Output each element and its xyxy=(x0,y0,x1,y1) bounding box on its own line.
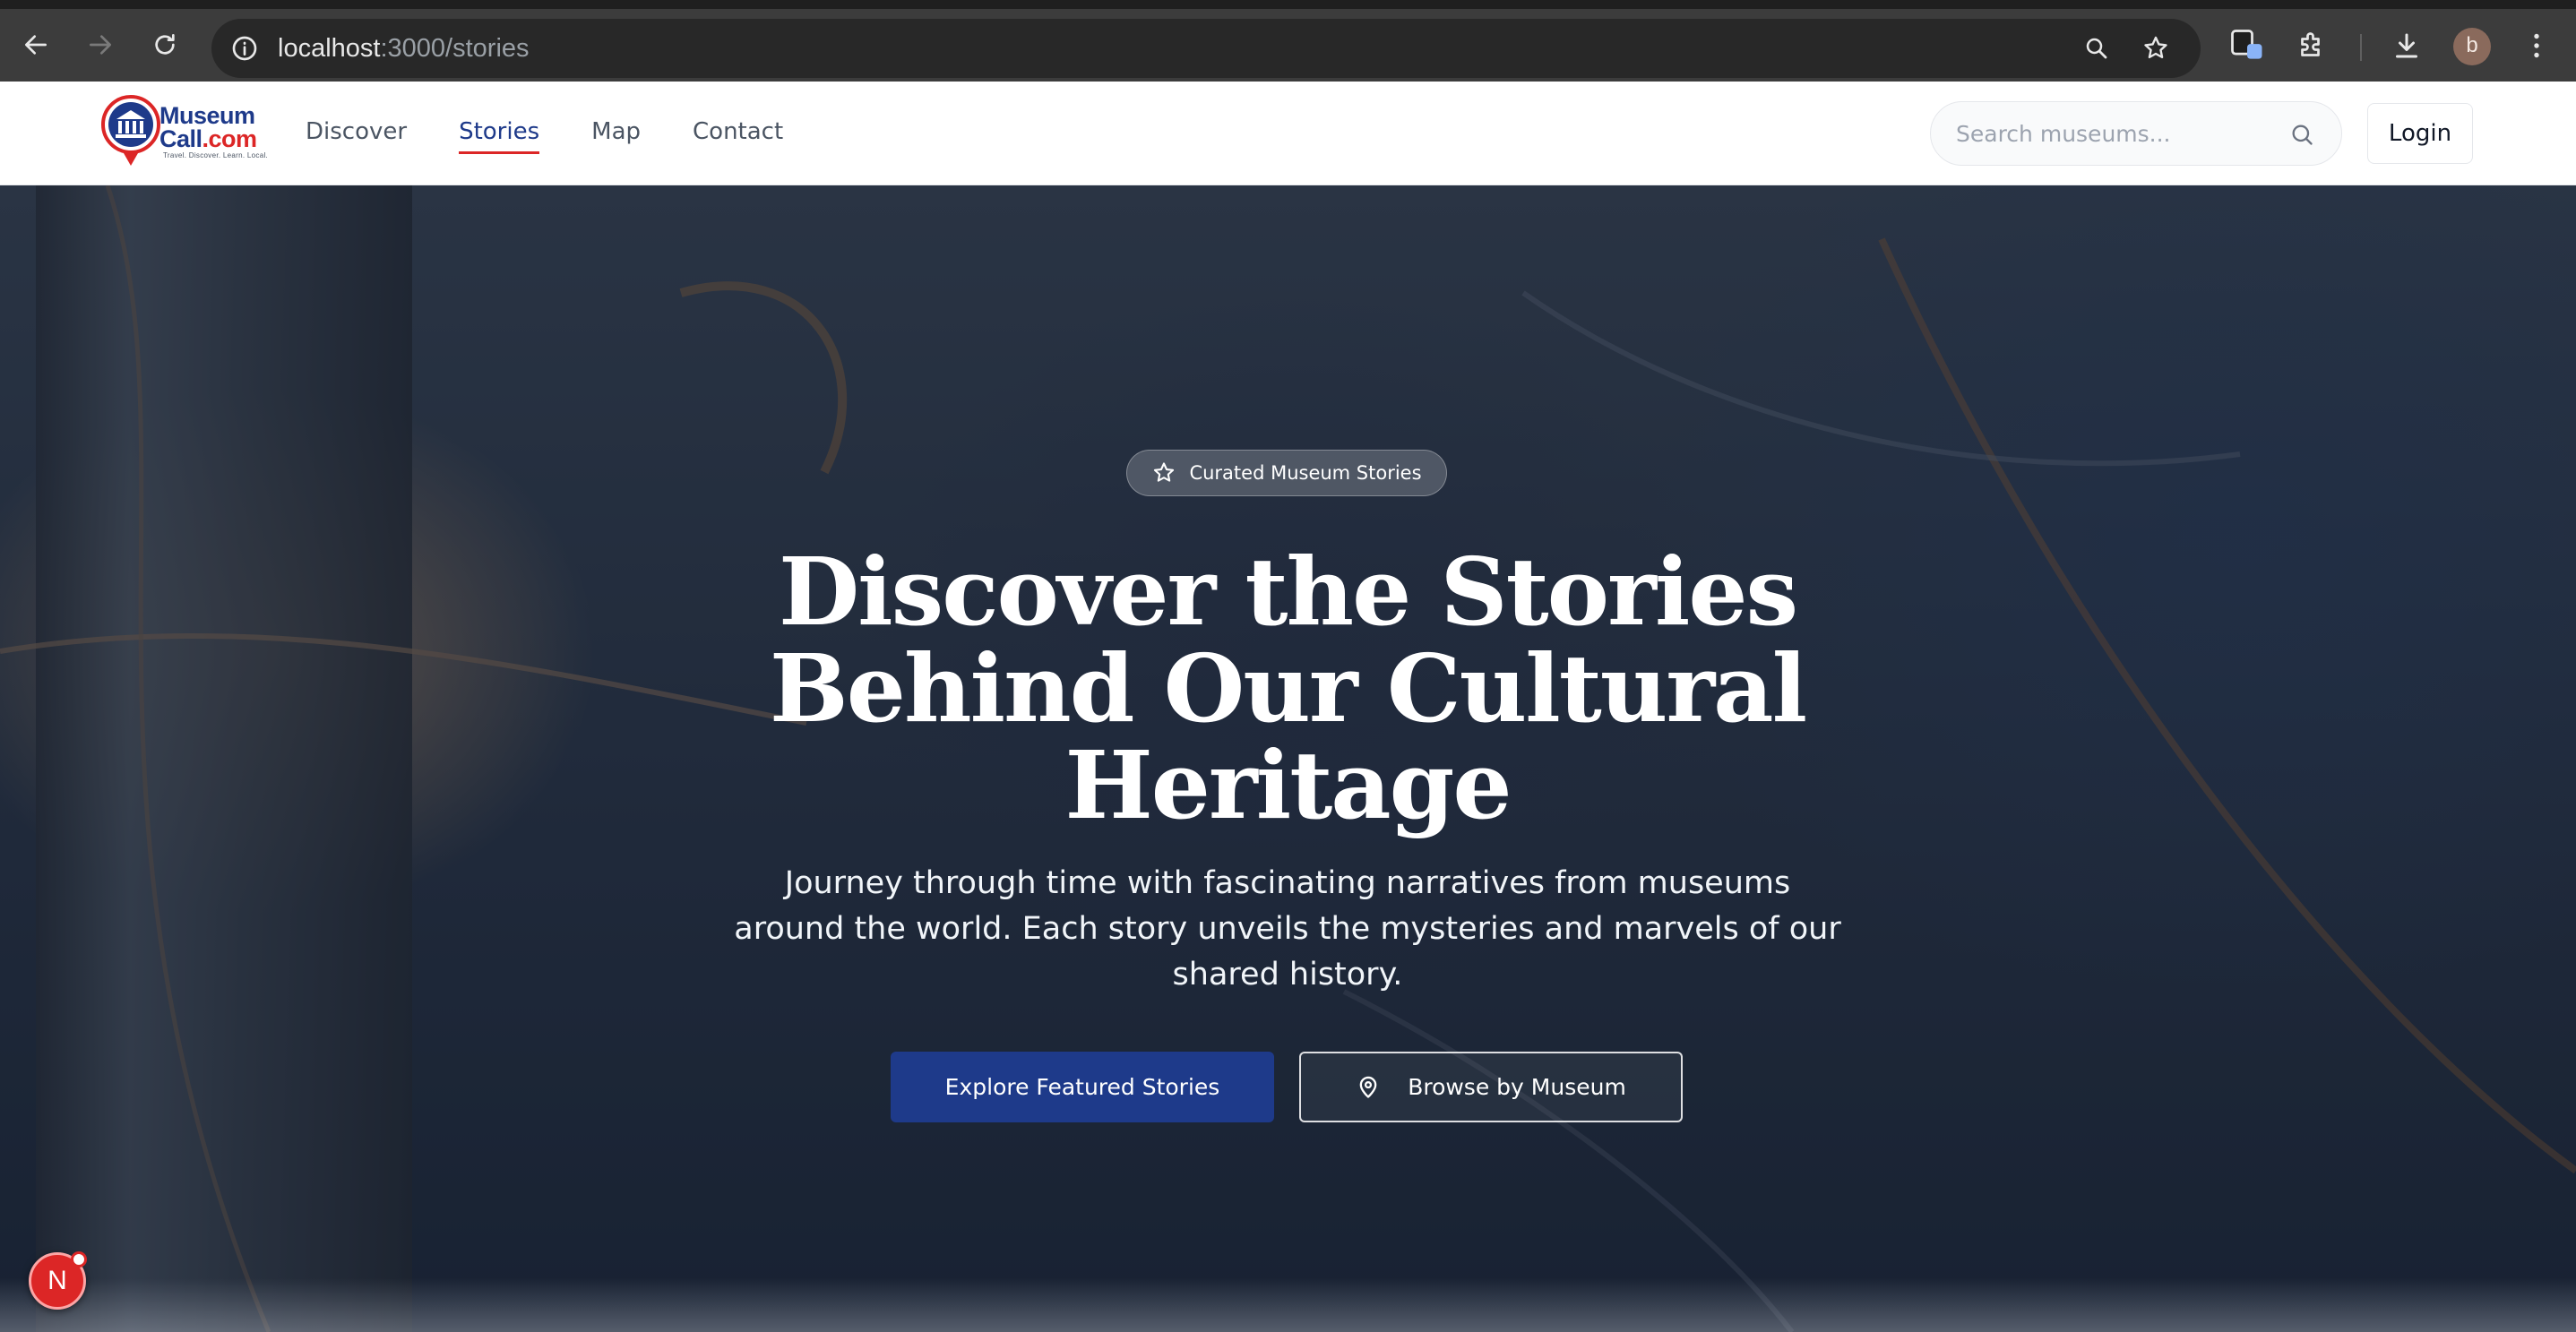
forward-button[interactable] xyxy=(77,21,124,68)
nav-map[interactable]: Map xyxy=(591,118,641,149)
search-icon[interactable] xyxy=(2289,122,2314,147)
extension-app-icon[interactable] xyxy=(2227,25,2268,66)
toolbar-divider xyxy=(2360,34,2362,61)
notification-letter: N xyxy=(47,1266,67,1295)
hero-title-line1: Discover the Stories xyxy=(778,537,1798,647)
nav-contact[interactable]: Contact xyxy=(693,118,783,149)
url-host: localhost xyxy=(278,34,381,63)
arrow-left-icon xyxy=(25,35,47,55)
zoom-icon[interactable] xyxy=(2079,30,2115,66)
nav-stories[interactable]: Stories xyxy=(459,118,540,154)
login-button[interactable]: Login xyxy=(2367,103,2473,164)
address-bar[interactable]: localhost:3000/stories xyxy=(211,19,2201,78)
logo-tagline: Travel. Discover. Learn. Local. xyxy=(163,151,269,159)
notification-dot xyxy=(71,1251,87,1268)
hero-section: Curated Museum Stories Discover the Stor… xyxy=(0,185,2576,1332)
logo-brand-tld: .com xyxy=(202,125,258,152)
badge-label: Curated Museum Stories xyxy=(1189,462,1422,484)
search-bar xyxy=(1930,101,2342,166)
site-header: Museum Call.com Travel. Discover. Learn.… xyxy=(0,82,2576,185)
arrow-right-icon xyxy=(90,35,111,55)
nav-discover[interactable]: Discover xyxy=(306,118,407,149)
hero-title-line3: Heritage xyxy=(1064,730,1512,840)
curated-badge: Curated Museum Stories xyxy=(1126,450,1447,496)
browser-toolbar: localhost:3000/stories b xyxy=(0,0,2576,82)
reload-icon xyxy=(155,34,175,55)
url-text[interactable]: localhost:3000/stories xyxy=(278,19,530,78)
profile-avatar[interactable]: b xyxy=(2453,28,2491,65)
hero-bottom-fade xyxy=(0,1278,2576,1332)
main-nav: Discover Stories Map Contact xyxy=(306,82,835,185)
hero-title-line2: Behind Our Cultural xyxy=(769,633,1807,743)
url-path: :3000/stories xyxy=(380,34,530,63)
logo-brand-name: Call xyxy=(159,125,202,152)
logo-brand-line2: Call.com xyxy=(159,126,257,151)
map-pin-icon xyxy=(1359,1076,1377,1098)
bookmark-star-icon[interactable] xyxy=(2138,30,2174,66)
star-icon xyxy=(1154,462,1175,482)
hero-title: Discover the Stories Behind Our Cultural… xyxy=(750,544,1825,834)
search-input[interactable] xyxy=(1956,102,2287,165)
site-info-icon[interactable] xyxy=(224,28,265,69)
back-button[interactable] xyxy=(13,21,59,68)
browse-by-museum-button[interactable]: Browse by Museum xyxy=(1299,1052,1683,1122)
browse-by-museum-label: Browse by Museum xyxy=(1408,1074,1626,1100)
download-icon[interactable] xyxy=(2386,25,2427,66)
site-logo[interactable]: Museum Call.com Travel. Discover. Learn.… xyxy=(100,94,268,169)
browser-menu-icon[interactable] xyxy=(2516,25,2557,66)
explore-featured-stories-button[interactable]: Explore Featured Stories xyxy=(891,1052,1274,1122)
museum-seal-icon xyxy=(101,95,160,166)
reload-button[interactable] xyxy=(142,21,188,68)
logo-brand-line1: Museum xyxy=(159,102,255,129)
extensions-puzzle-icon[interactable] xyxy=(2291,25,2332,66)
hero-lead: Journey through time with fascinating na… xyxy=(734,865,1841,993)
notification-bubble[interactable]: N xyxy=(29,1251,87,1310)
